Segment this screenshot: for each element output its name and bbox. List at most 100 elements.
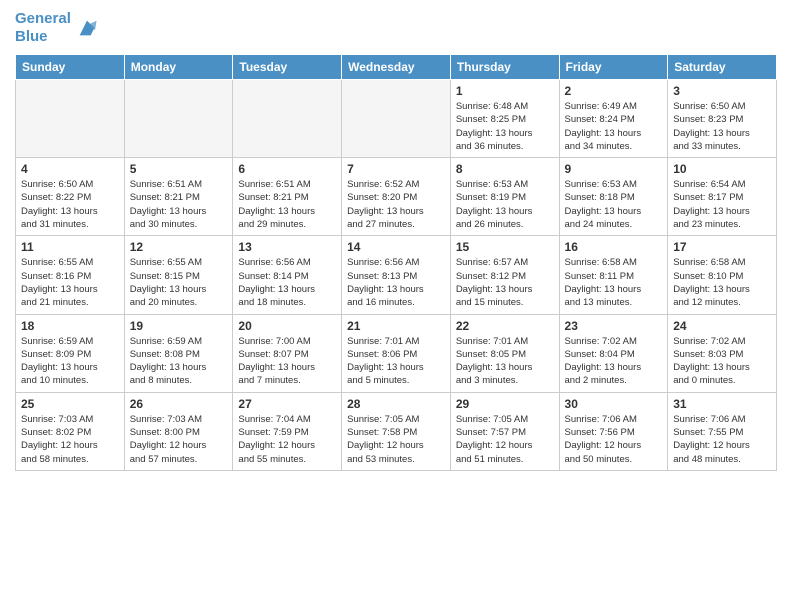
day-number: 17 — [673, 240, 771, 254]
day-number: 27 — [238, 397, 336, 411]
calendar-cell: 12 Sunrise: 6:55 AMSunset: 8:15 PMDayligh… — [124, 236, 233, 314]
day-number: 3 — [673, 84, 771, 98]
day-number: 6 — [238, 162, 336, 176]
calendar-cell: 9Sunrise: 6:53 AMSunset: 8:18 PMDaylight… — [559, 158, 668, 236]
week-row-0: 1 Sunrise: 6:48 AMSunset: 8:25 PMDaylight… — [16, 80, 777, 158]
day-number: 25 — [21, 397, 119, 411]
day-number: 16 — [565, 240, 663, 254]
calendar-cell: 1 Sunrise: 6:48 AMSunset: 8:25 PMDaylight… — [450, 80, 559, 158]
day-number: 19 — [130, 319, 228, 333]
calendar-cell: 3 Sunrise: 6:50 AMSunset: 8:23 PMDaylight… — [668, 80, 777, 158]
calendar-cell: 8 Sunrise: 6:53 AMSunset: 8:19 PMDaylight… — [450, 158, 559, 236]
day-info: Sunrise: 6:55 AMSunset: 8:15 PMDaylight:… — [130, 256, 228, 309]
page-container: General Blue SundayMondayTuesdayWednesda… — [0, 0, 792, 481]
calendar-cell — [16, 80, 125, 158]
header: General Blue — [15, 10, 777, 46]
calendar-cell: 23 Sunrise: 7:02 AMSunset: 8:04 PMDayligh… — [559, 314, 668, 392]
calendar-cell: 13Sunrise: 6:56 AMSunset: 8:14 PMDayligh… — [233, 236, 342, 314]
day-info: Sunrise: 6:57 AMSunset: 8:12 PMDaylight:… — [456, 256, 554, 309]
day-info: Sunrise: 6:51 AMSunset: 8:21 PMDaylight:… — [130, 178, 228, 231]
day-number: 5 — [130, 162, 228, 176]
calendar-cell: 17Sunrise: 6:58 AMSunset: 8:10 PMDayligh… — [668, 236, 777, 314]
weekday-header-thursday: Thursday — [450, 55, 559, 80]
weekday-header-wednesday: Wednesday — [342, 55, 451, 80]
day-number: 4 — [21, 162, 119, 176]
calendar-cell: 15Sunrise: 6:57 AMSunset: 8:12 PMDayligh… — [450, 236, 559, 314]
day-number: 1 — [456, 84, 554, 98]
calendar-cell: 24 Sunrise: 7:02 AMSunset: 8:03 PMDayligh… — [668, 314, 777, 392]
calendar-cell: 20 Sunrise: 7:00 AMSunset: 8:07 PMDayligh… — [233, 314, 342, 392]
day-info: Sunrise: 7:02 AMSunset: 8:03 PMDaylight:… — [673, 335, 771, 388]
day-info: Sunrise: 6:51 AMSunset: 8:21 PMDaylight:… — [238, 178, 336, 231]
day-number: 23 — [565, 319, 663, 333]
day-info: Sunrise: 6:48 AMSunset: 8:25 PMDaylight:… — [456, 100, 554, 153]
day-info: Sunrise: 6:50 AMSunset: 8:22 PMDaylight:… — [21, 178, 119, 231]
day-number: 31 — [673, 397, 771, 411]
calendar-cell: 7 Sunrise: 6:52 AMSunset: 8:20 PMDaylight… — [342, 158, 451, 236]
day-info: Sunrise: 6:59 AMSunset: 8:09 PMDaylight:… — [21, 335, 119, 388]
day-info: Sunrise: 6:49 AMSunset: 8:24 PMDaylight:… — [565, 100, 663, 153]
day-info: Sunrise: 7:05 AMSunset: 7:58 PMDaylight:… — [347, 413, 445, 466]
weekday-header-saturday: Saturday — [668, 55, 777, 80]
day-info: Sunrise: 7:03 AMSunset: 8:02 PMDaylight:… — [21, 413, 119, 466]
calendar-cell: 2 Sunrise: 6:49 AMSunset: 8:24 PMDaylight… — [559, 80, 668, 158]
day-info: Sunrise: 6:53 AMSunset: 8:18 PMDaylight:… — [565, 178, 663, 231]
calendar-cell: 11 Sunrise: 6:55 AMSunset: 8:16 PMDayligh… — [16, 236, 125, 314]
day-info: Sunrise: 6:59 AMSunset: 8:08 PMDaylight:… — [130, 335, 228, 388]
day-info: Sunrise: 7:02 AMSunset: 8:04 PMDaylight:… — [565, 335, 663, 388]
day-info: Sunrise: 7:01 AMSunset: 8:06 PMDaylight:… — [347, 335, 445, 388]
day-number: 29 — [456, 397, 554, 411]
week-row-3: 18 Sunrise: 6:59 AMSunset: 8:09 PMDayligh… — [16, 314, 777, 392]
calendar-cell — [233, 80, 342, 158]
logo-text: General — [15, 10, 71, 28]
day-info: Sunrise: 7:06 AMSunset: 7:56 PMDaylight:… — [565, 413, 663, 466]
week-row-1: 4 Sunrise: 6:50 AMSunset: 8:22 PMDaylight… — [16, 158, 777, 236]
day-number: 8 — [456, 162, 554, 176]
day-number: 7 — [347, 162, 445, 176]
day-number: 18 — [21, 319, 119, 333]
calendar-cell: 21Sunrise: 7:01 AMSunset: 8:06 PMDayligh… — [342, 314, 451, 392]
calendar-cell: 25 Sunrise: 7:03 AMSunset: 8:02 PMDayligh… — [16, 392, 125, 470]
calendar-cell — [342, 80, 451, 158]
day-info: Sunrise: 6:56 AMSunset: 8:13 PMDaylight:… — [347, 256, 445, 309]
day-info: Sunrise: 7:01 AMSunset: 8:05 PMDaylight:… — [456, 335, 554, 388]
logo: General Blue — [15, 10, 98, 46]
day-number: 24 — [673, 319, 771, 333]
day-info: Sunrise: 6:52 AMSunset: 8:20 PMDaylight:… — [347, 178, 445, 231]
day-info: Sunrise: 6:50 AMSunset: 8:23 PMDaylight:… — [673, 100, 771, 153]
day-number: 2 — [565, 84, 663, 98]
day-info: Sunrise: 6:58 AMSunset: 8:11 PMDaylight:… — [565, 256, 663, 309]
day-number: 11 — [21, 240, 119, 254]
calendar-cell — [124, 80, 233, 158]
calendar-cell: 6 Sunrise: 6:51 AMSunset: 8:21 PMDaylight… — [233, 158, 342, 236]
day-number: 30 — [565, 397, 663, 411]
weekday-header-monday: Monday — [124, 55, 233, 80]
calendar-cell: 18 Sunrise: 6:59 AMSunset: 8:09 PMDayligh… — [16, 314, 125, 392]
day-info: Sunrise: 7:06 AMSunset: 7:55 PMDaylight:… — [673, 413, 771, 466]
weekday-header-tuesday: Tuesday — [233, 55, 342, 80]
calendar-cell: 14 Sunrise: 6:56 AMSunset: 8:13 PMDayligh… — [342, 236, 451, 314]
calendar-cell: 4 Sunrise: 6:50 AMSunset: 8:22 PMDaylight… — [16, 158, 125, 236]
day-info: Sunrise: 7:00 AMSunset: 8:07 PMDaylight:… — [238, 335, 336, 388]
day-info: Sunrise: 7:03 AMSunset: 8:00 PMDaylight:… — [130, 413, 228, 466]
day-info: Sunrise: 6:53 AMSunset: 8:19 PMDaylight:… — [456, 178, 554, 231]
day-number: 20 — [238, 319, 336, 333]
day-info: Sunrise: 6:55 AMSunset: 8:16 PMDaylight:… — [21, 256, 119, 309]
weekday-header-sunday: Sunday — [16, 55, 125, 80]
day-number: 26 — [130, 397, 228, 411]
week-row-4: 25 Sunrise: 7:03 AMSunset: 8:02 PMDayligh… — [16, 392, 777, 470]
calendar-cell: 31 Sunrise: 7:06 AMSunset: 7:55 PMDayligh… — [668, 392, 777, 470]
logo-icon — [76, 17, 98, 39]
logo-text2: Blue — [15, 28, 71, 46]
day-number: 12 — [130, 240, 228, 254]
day-number: 14 — [347, 240, 445, 254]
day-info: Sunrise: 6:54 AMSunset: 8:17 PMDaylight:… — [673, 178, 771, 231]
calendar-table: SundayMondayTuesdayWednesdayThursdayFrid… — [15, 54, 777, 471]
calendar-cell: 10Sunrise: 6:54 AMSunset: 8:17 PMDayligh… — [668, 158, 777, 236]
calendar-cell: 30 Sunrise: 7:06 AMSunset: 7:56 PMDayligh… — [559, 392, 668, 470]
weekday-header-friday: Friday — [559, 55, 668, 80]
day-info: Sunrise: 6:56 AMSunset: 8:14 PMDaylight:… — [238, 256, 336, 309]
week-row-2: 11 Sunrise: 6:55 AMSunset: 8:16 PMDayligh… — [16, 236, 777, 314]
calendar-cell: 27Sunrise: 7:04 AMSunset: 7:59 PMDayligh… — [233, 392, 342, 470]
calendar-cell: 26 Sunrise: 7:03 AMSunset: 8:00 PMDayligh… — [124, 392, 233, 470]
